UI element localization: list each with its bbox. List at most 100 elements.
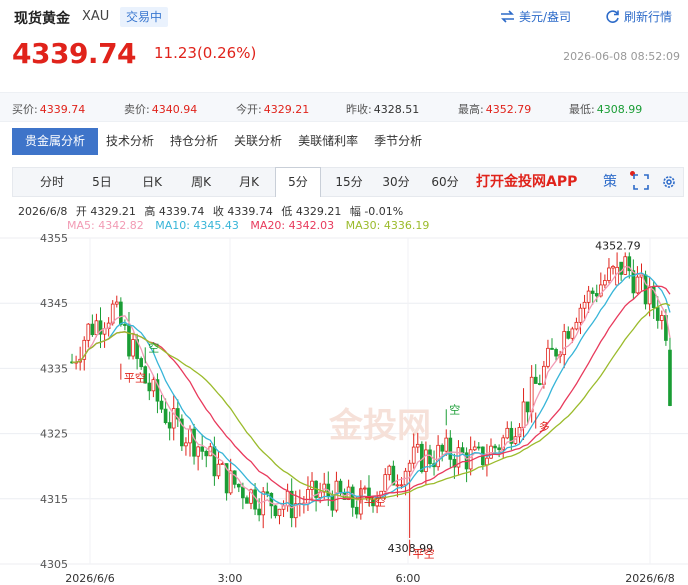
candle-body [163, 408, 168, 424]
candle-body [139, 358, 144, 368]
kline-chart[interactable]: 4355 4345 4335 4325 4315 43052026/6/6 3:00 6:00… [0, 232, 688, 585]
candle-body [660, 315, 664, 321]
ma-legend: MA5: 4342.82 MA10: 4345.43 MA20: 4342.03… [67, 219, 437, 232]
candle-body [399, 484, 404, 487]
candle-body [578, 307, 583, 323]
period-5day[interactable]: 5日 [81, 168, 123, 196]
y-tick-label: 4335 [40, 362, 68, 375]
stat-bid: 买价: 4339.74 [12, 103, 86, 116]
candle-body [151, 379, 156, 392]
period-5min[interactable]: 5分 [275, 167, 321, 197]
candle-body [395, 484, 400, 487]
candle-body [554, 349, 558, 357]
period-60min[interactable]: 60分 [425, 168, 465, 196]
stats-bar: 买价: 4339.74 卖价: 4340.94 今开: 4329.21 昨收: 4328… [0, 92, 688, 122]
candle-body [204, 450, 209, 457]
open-app-link[interactable]: 打开金投网APP [476, 168, 577, 196]
candle-body [350, 486, 355, 508]
candle-body [550, 347, 554, 350]
info-low: 低 4329.21 [281, 205, 342, 218]
tab-correlation[interactable]: 关联分析 [226, 128, 290, 155]
candle-body [114, 301, 119, 305]
candle-body [631, 270, 636, 294]
candle-body [525, 401, 530, 413]
candle-body [444, 437, 449, 452]
candle-body [476, 446, 481, 449]
analysis-tabs: 贵金属分析 技术分析 持仓分析 关联分析 美联储利率 季节分析 [12, 128, 430, 155]
refresh-icon [606, 10, 619, 23]
candle-body [354, 506, 359, 515]
signal-label: 平空 [364, 495, 386, 509]
tab-seasonal[interactable]: 季节分析 [366, 128, 430, 155]
candle-body [603, 280, 607, 286]
candle-body [147, 382, 152, 392]
candle-body [265, 491, 270, 494]
tab-technical[interactable]: 技术分析 [98, 128, 162, 155]
x-tick-label: 6:00 [396, 572, 421, 585]
candle-body [257, 508, 261, 516]
stat-prev-close: 昨收: 4328.51 [346, 103, 420, 116]
candle-body [192, 428, 196, 457]
candle-body [119, 301, 123, 325]
watermark: 金投网 [328, 406, 431, 446]
candle-body [448, 437, 453, 460]
candle-body [607, 267, 611, 281]
info-open: 开 4329.21 [75, 205, 136, 218]
candle-body [212, 446, 217, 477]
settings-icon[interactable] [659, 172, 679, 192]
candle-body [440, 444, 445, 452]
candle-body [472, 446, 477, 451]
refresh-label: 刷新行情 [624, 10, 673, 24]
y-tick-label: 4305 [40, 558, 68, 571]
ma30-label: MA30: 4336.19 [345, 219, 430, 232]
candle-body [167, 422, 172, 429]
candle-body [407, 462, 412, 472]
swap-icon [501, 10, 514, 23]
candle-body [236, 483, 241, 488]
candle-body [277, 508, 282, 517]
candle-body [159, 400, 164, 410]
fullscreen-icon[interactable] [631, 172, 651, 192]
candle-body [546, 347, 550, 367]
unit-switch-link[interactable]: 美元/盎司 [500, 8, 571, 25]
refresh-quote-link[interactable]: 刷新行情 [605, 8, 672, 25]
period-daily[interactable]: 日K [131, 168, 173, 196]
strategy-button[interactable]: 策 [600, 172, 620, 192]
candle-body [123, 324, 127, 326]
candle-body [615, 266, 619, 286]
candle-body [330, 495, 335, 511]
candle-info-row: 2026/6/8 开 4329.21 高 4339.74 收 4339.74 低… [18, 203, 408, 219]
signal-label: 空 [449, 402, 460, 416]
candle-body [493, 445, 497, 449]
candle-body [127, 324, 131, 357]
quote-header: 现货黄金 XAU 交易中 美元/盎司 刷新行情 [0, 0, 688, 36]
stat-high: 最高: 4352.79 [458, 103, 532, 116]
candle-body [582, 301, 587, 309]
period-intraday[interactable]: 分时 [23, 168, 81, 196]
period-15min[interactable]: 15分 [329, 168, 369, 196]
quote-timestamp: 2026-06-08 08:52:09 [563, 50, 680, 63]
x-tick-label: 2026/6/8 [625, 572, 674, 585]
tab-precious-metals[interactable]: 贵金属分析 [12, 128, 99, 155]
period-weekly[interactable]: 周K [179, 168, 223, 196]
candle-body [261, 491, 266, 516]
trading-status-badge: 交易中 [120, 7, 169, 27]
period-30min[interactable]: 30分 [376, 168, 416, 196]
stat-low: 最低: 4308.99 [569, 103, 643, 116]
period-monthly[interactable]: 月K [227, 168, 271, 196]
candle-body [94, 320, 99, 336]
info-date: 2026/6/8 [18, 205, 68, 218]
candle-body [245, 497, 249, 504]
stat-open: 今开: 4329.21 [236, 103, 310, 116]
candle-body [184, 442, 188, 447]
tab-positions[interactable]: 持仓分析 [162, 128, 226, 155]
high-label: 4352.79 [595, 239, 641, 252]
y-tick-label: 4315 [40, 493, 68, 506]
candle-body [131, 339, 135, 357]
candle-body [415, 443, 420, 448]
price-change: 11.23(0.26%) [154, 44, 257, 62]
candle-body [273, 505, 278, 517]
tab-fed-rate[interactable]: 美联储利率 [290, 128, 366, 155]
stat-ask: 卖价: 4340.94 [124, 103, 198, 116]
candle-body [460, 447, 465, 454]
